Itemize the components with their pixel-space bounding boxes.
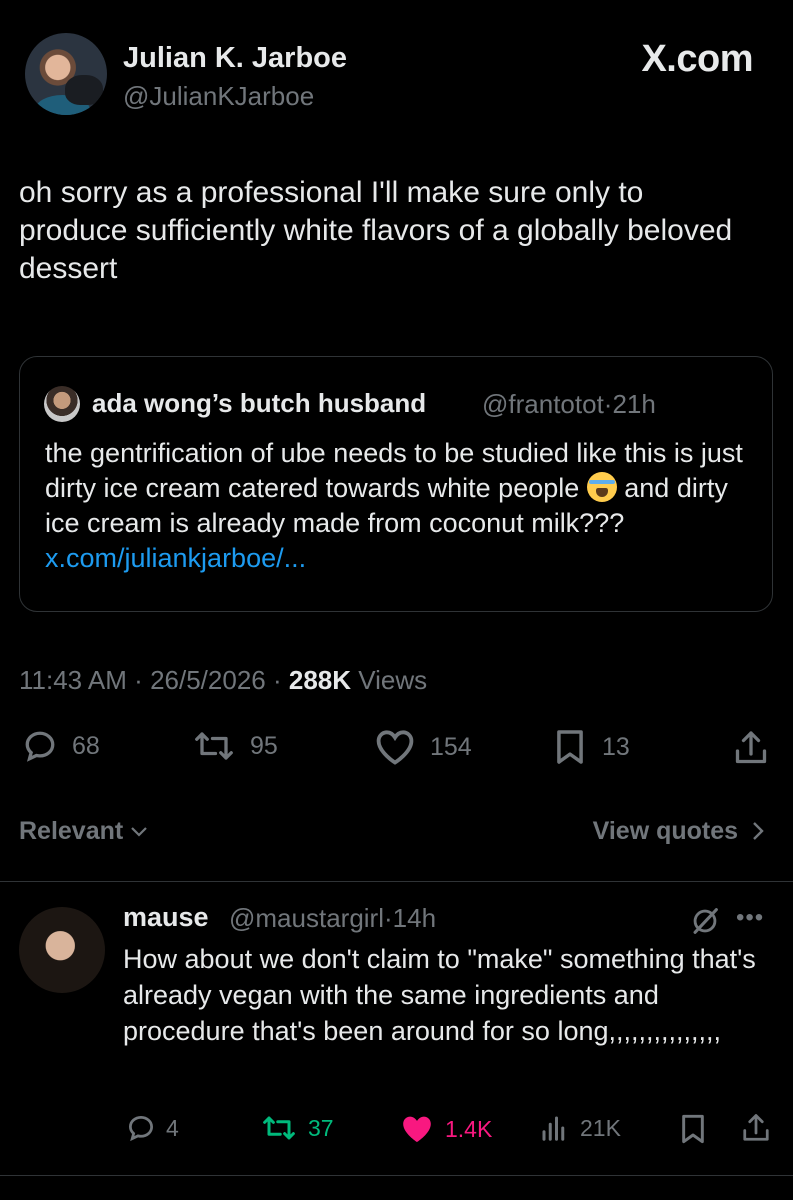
reply-bookmark-button[interactable] — [678, 1113, 722, 1145]
views-count: 288K — [288, 665, 352, 695]
sort-dropdown[interactable]: Relevant — [19, 817, 148, 846]
reply-share-button[interactable] — [741, 1111, 785, 1145]
reply-like-count: 1.4K — [445, 1115, 493, 1142]
reply-repost-count: 37 — [308, 1114, 334, 1141]
tweet-meta: 11:43 AM · 26/5/2026 · 288K Views — [19, 665, 427, 696]
bookmark-icon — [682, 1114, 704, 1144]
quoted-author-handle: @frantotot — [482, 389, 604, 419]
like-count: 154 — [430, 732, 472, 761]
reply-icon — [25, 731, 55, 762]
reply-icon — [128, 1115, 154, 1142]
reply-reply-count: 4 — [166, 1114, 179, 1141]
quoted-author-name: ada wong’s butch husband — [92, 388, 427, 418]
like-filled-icon — [403, 1116, 431, 1143]
reply-button[interactable]: 68 — [22, 728, 100, 764]
chevron-right-icon — [753, 822, 764, 840]
views-chart-icon — [542, 1116, 565, 1141]
share-icon — [743, 1114, 769, 1141]
like-icon — [376, 730, 414, 765]
view-quotes-link[interactable]: View quotes — [593, 817, 765, 846]
reply-author-handle[interactable]: @maustargirl — [229, 903, 384, 933]
avatar-dog — [65, 75, 103, 105]
meta-separator: · — [134, 665, 143, 695]
repost-button[interactable]: 95 — [192, 728, 278, 764]
reply-count: 68 — [72, 731, 100, 760]
brand-logo: X.com — [641, 38, 753, 80]
divider — [0, 881, 793, 882]
bookmark-button[interactable]: 13 — [552, 728, 630, 766]
quoted-author-meta: @frantotot·21h — [482, 389, 656, 420]
views-label: Views — [358, 665, 428, 695]
tweet-date: 26/5/2026 — [150, 665, 266, 695]
author-name[interactable]: Julian K. Jarboe — [123, 42, 347, 75]
like-button[interactable]: 154 — [374, 728, 472, 766]
reply-reply-button[interactable]: 4 — [126, 1113, 179, 1143]
divider — [0, 1175, 793, 1176]
reply-author-meta: @maustargirl·14h — [229, 903, 436, 934]
quoted-tweet-text: the gentrification of ube needs to be st… — [45, 436, 760, 576]
reply-repost-button[interactable]: 37 — [260, 1113, 334, 1143]
share-button[interactable] — [733, 728, 783, 768]
chevron-down-icon — [131, 827, 147, 837]
view-quotes-label: View quotes — [592, 817, 739, 845]
bookmark-count: 13 — [602, 732, 630, 761]
repost-icon — [263, 1116, 295, 1140]
share-icon — [735, 731, 767, 764]
tweet-time: 11:43 AM — [19, 665, 127, 695]
quoted-link[interactable]: x.com/juliankjarboe/... — [45, 543, 306, 573]
author-avatar[interactable] — [25, 33, 107, 115]
reply-author-avatar[interactable] — [19, 907, 105, 993]
tweet-text: oh sorry as a professional I'll make sur… — [19, 176, 733, 285]
repost-icon — [195, 732, 233, 760]
repost-count: 95 — [250, 731, 278, 760]
author-handle[interactable]: @JulianKJarboe — [123, 81, 314, 112]
grok-icon[interactable] — [688, 904, 722, 943]
meta-separator: · — [383, 903, 393, 933]
crying-face-emoji — [586, 472, 617, 502]
grok-slash-icon — [693, 908, 718, 934]
meta-separator: · — [272, 665, 282, 695]
reply-author-name[interactable]: mause — [123, 902, 209, 933]
quoted-time: 21h — [612, 389, 656, 419]
bookmark-icon — [557, 730, 583, 764]
more-options-icon[interactable]: ••• — [736, 904, 764, 932]
quoted-author-avatar — [44, 386, 80, 422]
reply-text: How about we don't claim to "make" somet… — [123, 944, 756, 1046]
reply-like-button[interactable]: 1.4K — [399, 1113, 492, 1145]
reply-views-button[interactable]: 21K — [538, 1113, 621, 1143]
reply-time: 14h — [392, 903, 437, 933]
sort-label: Relevant — [19, 817, 124, 845]
reply-views-count: 21K — [580, 1114, 621, 1141]
